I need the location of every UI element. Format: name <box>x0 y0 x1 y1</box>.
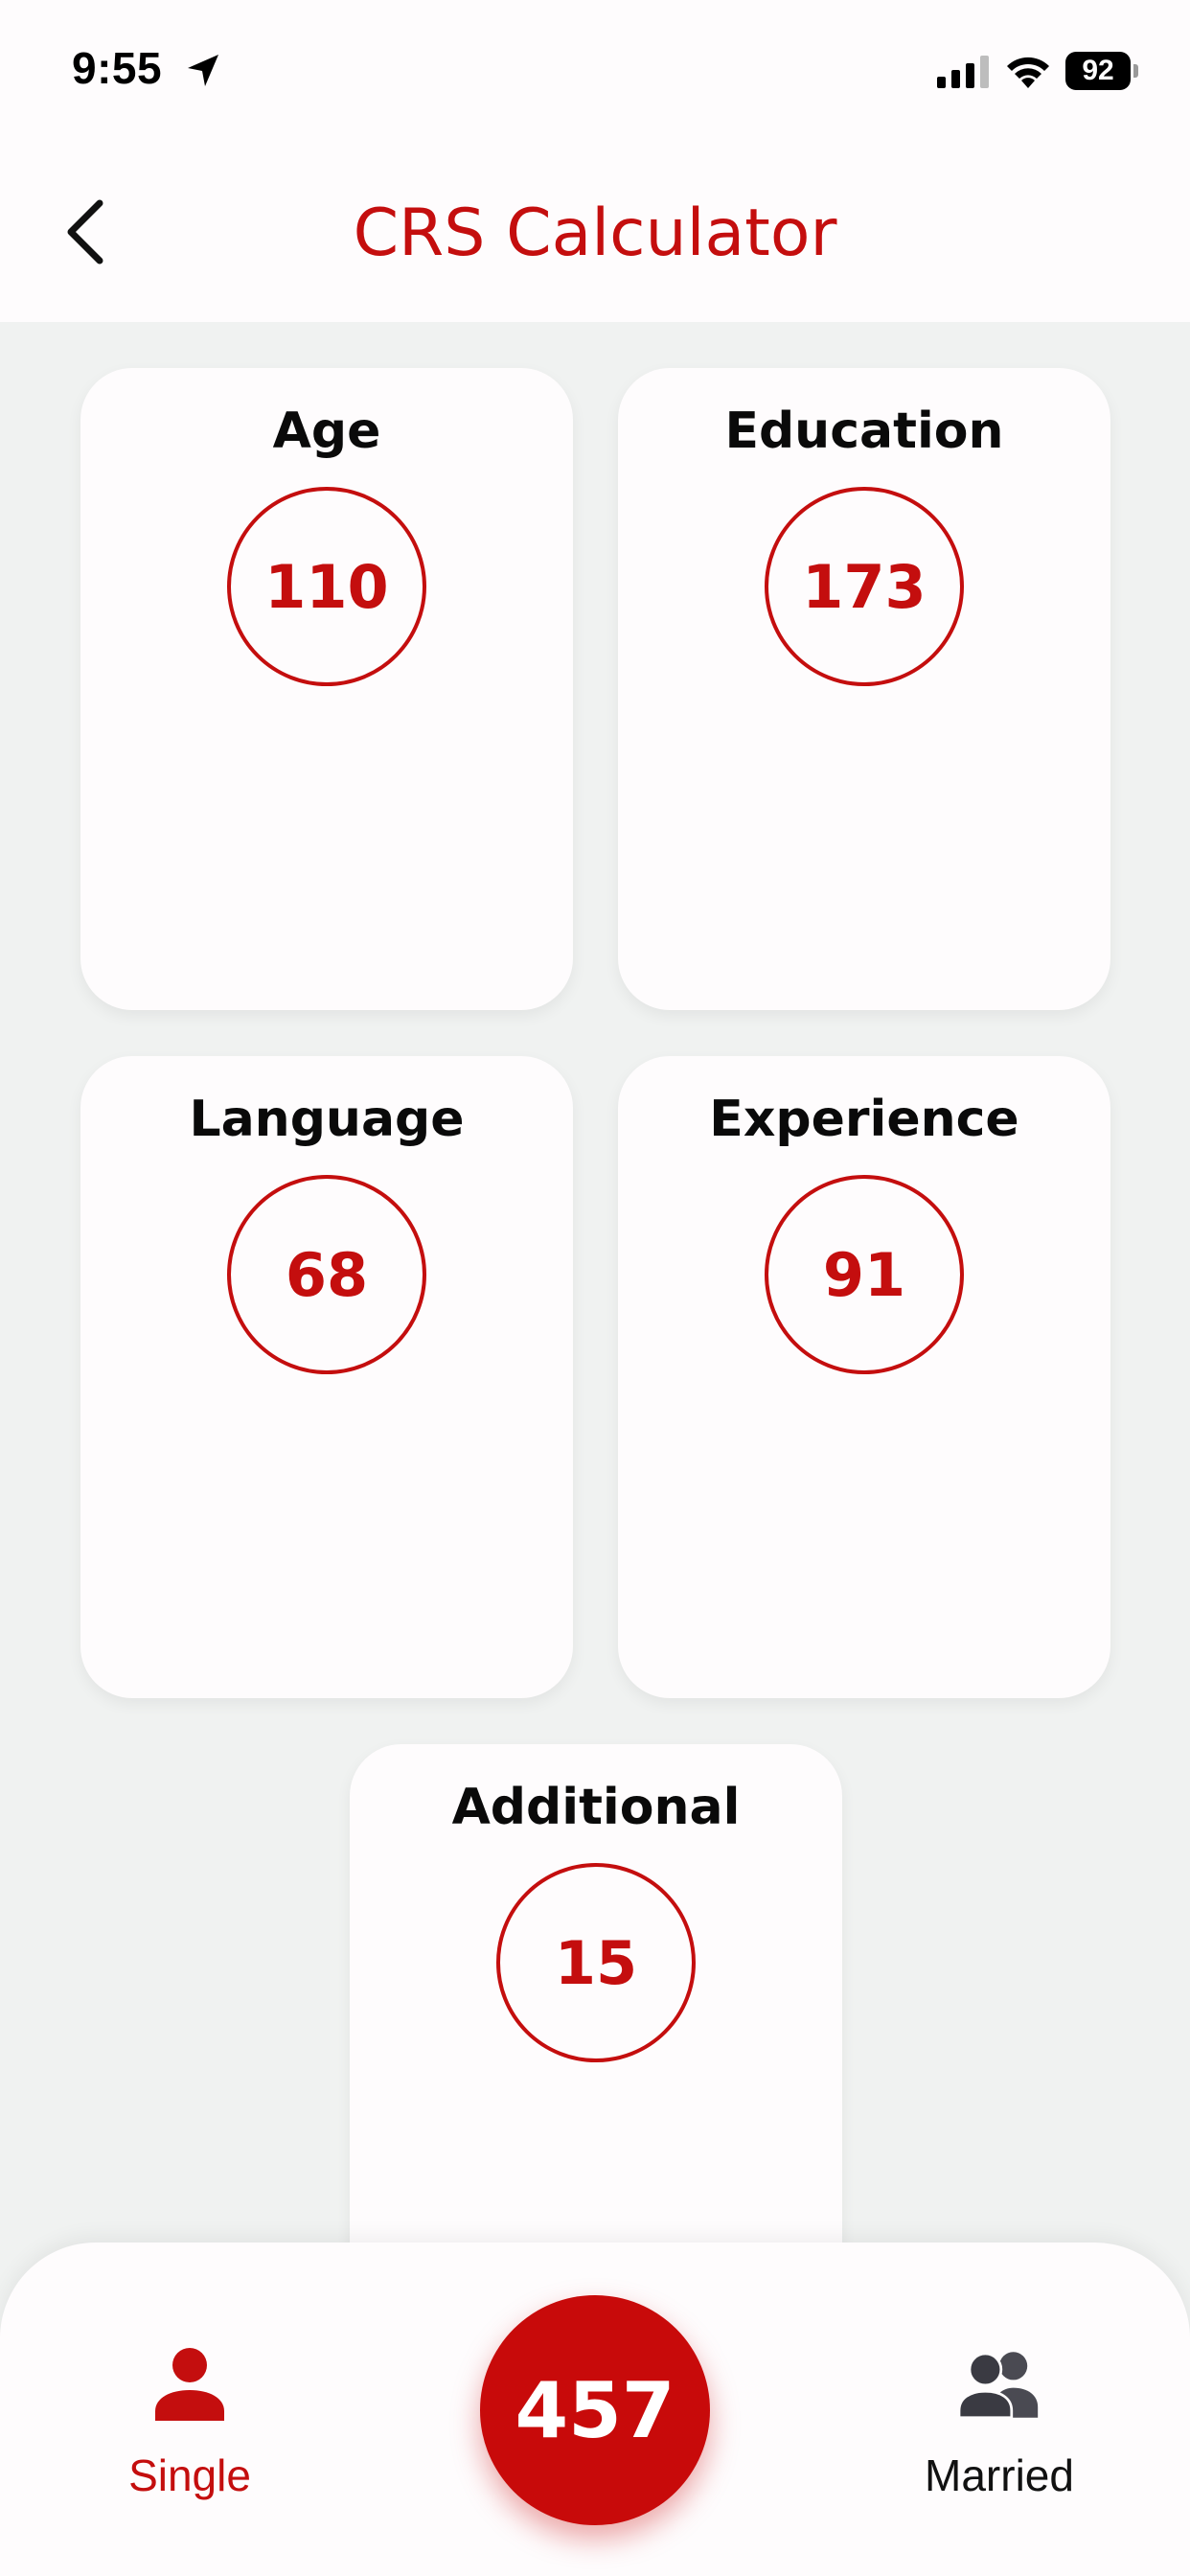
card-title: Language <box>189 1091 465 1148</box>
status-bar: 9:55 92 <box>0 0 1190 144</box>
total-score-button[interactable]: 457 <box>480 2295 710 2525</box>
card-age[interactable]: Age 110 <box>80 368 573 1010</box>
score-circle: 173 <box>765 487 964 686</box>
status-time: 9:55 <box>72 43 163 93</box>
score-circle: 68 <box>227 1175 426 1374</box>
tab-label: Married <box>925 2450 1074 2500</box>
cellular-signal-icon <box>937 56 989 88</box>
score-circle: 91 <box>765 1175 964 1374</box>
wifi-icon <box>1007 57 1049 88</box>
bottom-tab-bar: Single 457 Married <box>0 2242 1190 2576</box>
card-language[interactable]: Language 68 <box>80 1056 573 1698</box>
card-title: Experience <box>709 1091 1019 1148</box>
tab-single[interactable]: Single <box>75 2348 305 2540</box>
card-title: Age <box>272 402 381 460</box>
card-title: Education <box>724 402 1004 460</box>
nav-bar: CRS Calculator <box>0 144 1190 322</box>
location-arrow-icon <box>188 55 218 86</box>
battery-cap <box>1133 64 1138 78</box>
people-icon <box>959 2352 1039 2420</box>
card-education[interactable]: Education 173 <box>618 368 1110 1010</box>
card-experience[interactable]: Experience 91 <box>618 1056 1110 1698</box>
card-title: Additional <box>451 1779 741 1836</box>
score-circle: 15 <box>496 1863 696 2062</box>
tab-married[interactable]: Married <box>884 2348 1114 2540</box>
page-title: CRS Calculator <box>353 196 837 271</box>
score-cards-area: Age 110 Education 173 Language 68 Experi… <box>0 322 1190 2576</box>
battery-level: 92 <box>1065 52 1131 90</box>
score-circle: 110 <box>227 487 426 686</box>
tab-label: Single <box>128 2450 251 2500</box>
person-icon <box>155 2348 224 2421</box>
battery-indicator: 92 <box>1065 52 1138 90</box>
